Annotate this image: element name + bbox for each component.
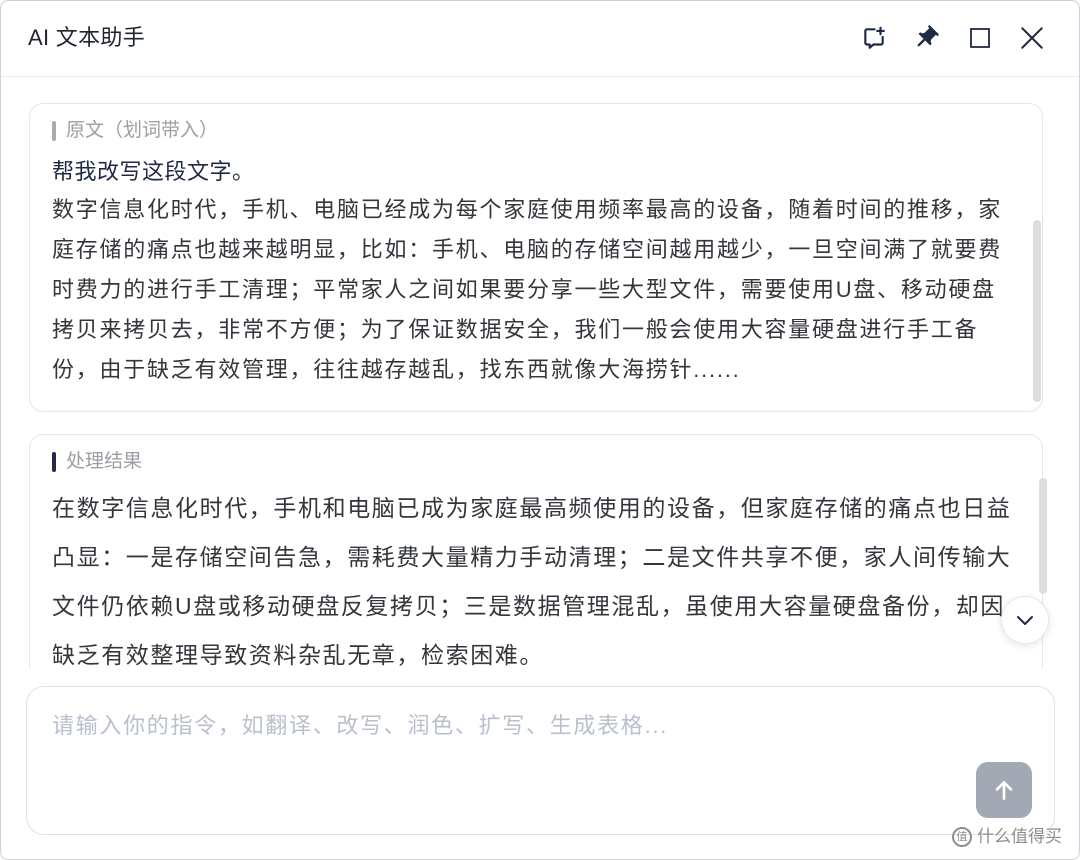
result-card-marker xyxy=(52,452,56,472)
new-chat-button[interactable] xyxy=(856,20,892,56)
source-card-header: 原文（划词带入） xyxy=(52,121,1042,141)
close-button[interactable] xyxy=(1014,20,1050,56)
window-title: AI 文本助手 xyxy=(28,25,145,50)
close-icon xyxy=(1021,27,1043,49)
pin-icon xyxy=(917,25,939,47)
send-button[interactable] xyxy=(976,762,1032,818)
prompt-input[interactable] xyxy=(52,710,952,774)
watermark-text: 什么值得买 xyxy=(977,827,1062,846)
prompt-input-box xyxy=(26,686,1055,835)
conversation-area[interactable]: 原文（划词带入） 帮我改写这段文字。 数字信息化时代，手机、电脑已经成为每个家庭… xyxy=(1,77,1079,668)
new-chat-icon xyxy=(864,26,885,49)
watermark-logo: 值 xyxy=(952,827,972,847)
source-text-card: 原文（划词带入） 帮我改写这段文字。 数字信息化时代，手机、电脑已经成为每个家庭… xyxy=(29,103,1043,412)
user-instruction: 帮我改写这段文字。 xyxy=(52,159,255,184)
result-card: 处理结果 在数字信息化时代，手机和电脑已成为家庭最高频使用的设备，但家庭存储的痛… xyxy=(29,434,1043,668)
result-card-header: 处理结果 xyxy=(52,452,1042,472)
watermark: 值 什么值得买 xyxy=(952,825,1062,849)
result-text: 在数字信息化时代，手机和电脑已成为家庭最高频使用的设备，但家庭存储的痛点也日益凸… xyxy=(52,495,1012,668)
title-bar: AI 文本助手 xyxy=(1,1,1079,77)
source-card-marker xyxy=(52,121,56,141)
scroll-to-bottom-button[interactable] xyxy=(1001,596,1049,644)
source-text: 数字信息化时代，手机、电脑已经成为每个家庭使用频率最高的设备，随着时间的推移，家… xyxy=(52,197,1003,382)
source-card-label: 原文（划词带入） xyxy=(66,120,219,141)
maximize-icon xyxy=(970,28,990,48)
arrow-up-icon xyxy=(995,781,1013,800)
result-scrollbar-thumb[interactable] xyxy=(1039,478,1047,594)
chevron-down-icon xyxy=(1017,616,1033,625)
result-card-label: 处理结果 xyxy=(66,451,143,472)
source-scrollbar-thumb[interactable] xyxy=(1033,220,1041,402)
pin-button[interactable] xyxy=(908,20,944,56)
maximize-button[interactable] xyxy=(962,20,998,56)
ai-text-assistant-window: AI 文本助手 原文（划词带入） 帮我改写这段文字。 数字信息化时代，手机、电脑… xyxy=(0,0,1080,860)
